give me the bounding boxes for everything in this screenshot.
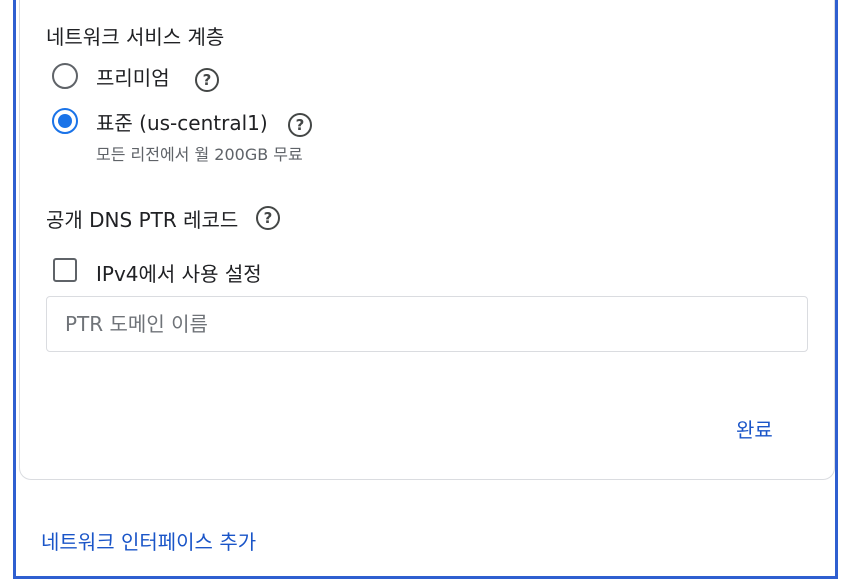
network-interface-card: 네트워크 서비스 계층 프리미엄 ? 표준 (us-central1) ? 모든… [19, 0, 835, 480]
network-interface-panel: 네트워크 서비스 계층 프리미엄 ? 표준 (us-central1) ? 모든… [13, 0, 838, 579]
help-circle-icon[interactable]: ? [256, 206, 280, 230]
enable-ipv4-label: IPv4에서 사용 설정 [96, 262, 262, 286]
ptr-domain-input[interactable] [46, 296, 808, 352]
ptr-record-title: 공개 DNS PTR 레코드 [46, 208, 239, 232]
network-tier-title: 네트워크 서비스 계층 [46, 25, 225, 49]
enable-ipv4-checkbox[interactable] [53, 258, 77, 282]
premium-radio-button[interactable] [52, 63, 78, 89]
standard-description: 모든 리전에서 월 200GB 무료 [96, 145, 303, 164]
premium-label: 프리미엄 [96, 66, 170, 90]
help-circle-icon[interactable]: ? [288, 113, 312, 137]
standard-label: 표준 (us-central1) [96, 111, 268, 135]
add-network-interface-link[interactable]: 네트워크 인터페이스 추가 [41, 526, 256, 555]
standard-radio-button[interactable] [52, 108, 78, 134]
help-circle-icon[interactable]: ? [195, 68, 219, 92]
done-button[interactable]: 완료 [728, 410, 781, 447]
